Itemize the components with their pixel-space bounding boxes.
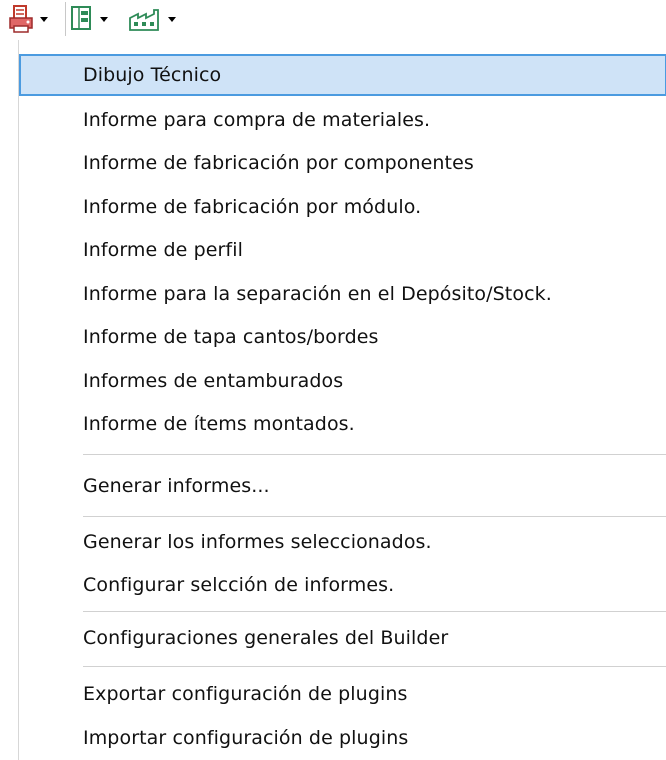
chevron-down-icon — [40, 17, 48, 22]
layout-panel-icon — [71, 6, 91, 30]
factory-icon — [129, 9, 159, 31]
menu-item-label: Informe de tapa cantos/bordes — [83, 326, 379, 348]
report-dropdown-button[interactable] — [6, 2, 66, 36]
menu-separator — [83, 666, 666, 667]
menu-item-compra-materiales[interactable]: Informe para compra de materiales. — [19, 99, 666, 141]
menu-item-label: Dibujo Técnico — [83, 64, 222, 86]
menu-item-label: Exportar configuración de plugins — [83, 683, 408, 705]
menu-item-label: Importar configuración de plugins — [83, 727, 409, 749]
report-printer-icon — [9, 5, 33, 33]
layout-dropdown-button[interactable] — [68, 2, 124, 36]
menu-item-label: Informe para la separación en el Depósit… — [83, 283, 552, 305]
menu-item-label: Informe de fabricación por componentes — [83, 152, 474, 174]
factory-dropdown-button[interactable] — [128, 2, 190, 36]
menu-item-generar-seleccionados[interactable]: Generar los informes seleccionados. — [19, 521, 666, 563]
menu-item-fabricacion-modulo[interactable]: Informe de fabricación por módulo. — [19, 186, 666, 228]
menu-item-configuraciones-builder[interactable]: Configuraciones generales del Builder — [19, 617, 666, 659]
menu-item-label: Informe de perfil — [83, 239, 243, 261]
chevron-down-icon — [168, 17, 176, 22]
menu-item-perfil[interactable]: Informe de perfil — [19, 229, 666, 271]
menu-separator — [83, 516, 666, 517]
menu-item-label: Configurar selcción de informes. — [83, 574, 395, 596]
menu-item-label: Generar informes... — [83, 475, 270, 497]
menu-item-items-montados[interactable]: Informe de ítems montados. — [19, 403, 666, 445]
menu-item-label: Informe de fabricación por módulo. — [83, 196, 422, 218]
menu-item-separacion-deposito[interactable]: Informe para la separación en el Depósit… — [19, 273, 666, 315]
menu-item-importar-plugins[interactable]: Importar configuración de plugins — [19, 717, 666, 759]
menu-item-dibujo-tecnico[interactable]: Dibujo Técnico — [19, 54, 666, 96]
menu-separator — [83, 454, 666, 455]
menu-item-label: Informe de ítems montados. — [83, 413, 355, 435]
menu-item-label: Informe para compra de materiales. — [83, 109, 431, 131]
menu-item-fabricacion-componentes[interactable]: Informe de fabricación por componentes — [19, 142, 666, 184]
menu-item-label: Configuraciones generales del Builder — [83, 627, 449, 649]
report-menu: Dibujo Técnico Informe para compra de ma… — [18, 40, 666, 760]
menu-item-exportar-plugins[interactable]: Exportar configuración de plugins — [19, 673, 666, 715]
menu-item-tapa-cantos[interactable]: Informe de tapa cantos/bordes — [19, 316, 666, 358]
menu-item-label: Generar los informes seleccionados. — [83, 531, 432, 553]
chevron-down-icon — [100, 17, 108, 22]
menu-separator — [83, 611, 666, 612]
report-toolbar — [0, 0, 666, 40]
menu-item-label: Informes de entamburados — [83, 370, 344, 392]
menu-item-configurar-seleccion[interactable]: Configurar selcción de informes. — [19, 564, 666, 606]
menu-item-entamburados[interactable]: Informes de entamburados — [19, 360, 666, 402]
menu-item-generar-informes[interactable]: Generar informes... — [19, 465, 666, 507]
